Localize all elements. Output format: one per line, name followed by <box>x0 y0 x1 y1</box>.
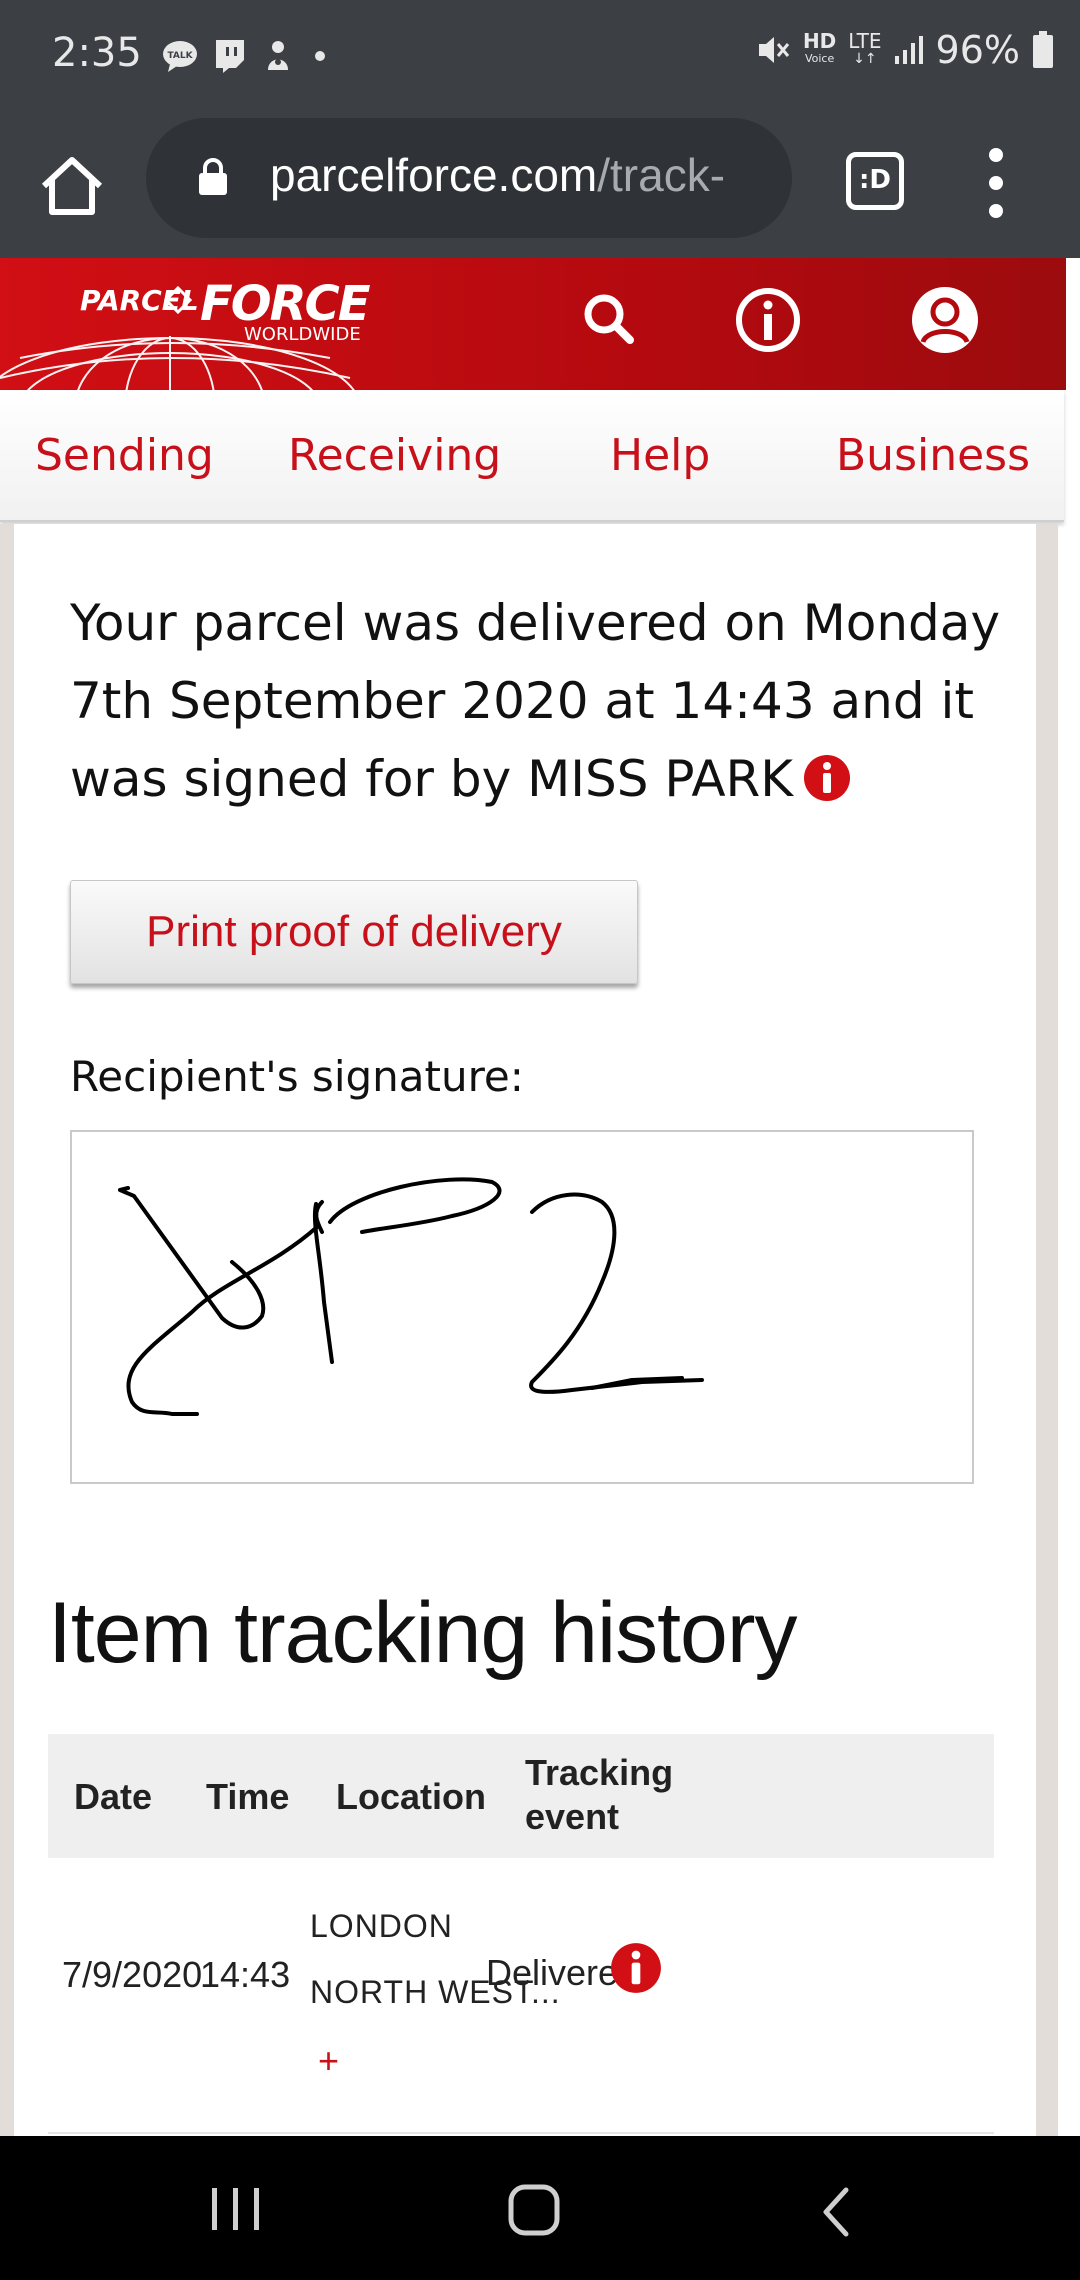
lte-arrows: ↓↑ <box>853 51 877 67</box>
menu-dot <box>989 204 1003 218</box>
site-header: PARCEL FORCE WORLDWIDE <box>0 258 1066 390</box>
nav-business[interactable]: Business <box>836 430 1030 481</box>
info-icon[interactable] <box>728 280 808 360</box>
column-location: Location <box>336 1776 486 1817</box>
column-tracking-event-line2: event <box>525 1796 620 1837</box>
status-time: 2:35 <box>52 30 142 76</box>
row-location-line1: LONDON <box>310 1908 453 1944</box>
lock-icon <box>199 158 227 195</box>
account-icon[interactable] <box>905 280 985 360</box>
lte-icon: LTE ↓↑ <box>848 29 882 68</box>
content-frame-left <box>0 524 14 2136</box>
notification-icons: TALK <box>162 36 330 76</box>
browser-toolbar: parcelforce.com/track- :D <box>0 112 1080 258</box>
battery-percent: 96% <box>935 28 1020 72</box>
row-date: 7/9/2020 <box>62 1954 203 1995</box>
signal-icon <box>894 36 923 64</box>
menu-dot <box>989 148 1003 162</box>
search-icon[interactable] <box>570 280 650 360</box>
tracking-history-title: Item tracking history <box>48 1585 797 1681</box>
mute-icon <box>758 37 790 63</box>
talk-icon: TALK <box>163 41 197 72</box>
address-bar[interactable]: parcelforce.com/track- <box>146 118 792 238</box>
app-icon <box>268 41 288 70</box>
twitch-icon <box>216 40 244 73</box>
url-text: parcelforce.com/track- <box>270 148 770 202</box>
print-proof-button[interactable]: Print proof of delivery <box>70 880 638 984</box>
svg-text:WORLDWIDE: WORLDWIDE <box>244 324 361 345</box>
hd-voice-icon: HD Voice <box>802 29 837 68</box>
svg-text:TALK: TALK <box>167 51 193 61</box>
event-info-icon[interactable] <box>610 1942 662 1994</box>
nav-receiving[interactable]: Receiving <box>288 430 501 481</box>
hd-label: HD <box>802 29 837 53</box>
column-date: Date <box>74 1776 153 1817</box>
nav-help[interactable]: Help <box>610 430 710 481</box>
parcelforce-logo[interactable]: PARCEL FORCE WORLDWIDE <box>0 258 400 390</box>
delivery-status-message: Your parcel was delivered on Monday 7th … <box>70 584 1030 818</box>
url-path: /track- <box>597 149 726 201</box>
url-host: parcelforce.com <box>270 149 598 201</box>
status-bar: 2:35 TALK HD Voice LTE ↓↑ 96% <box>0 0 1080 112</box>
delivery-message-text: Your parcel was delivered on Monday 7th … <box>70 594 1001 808</box>
recent-apps-icon[interactable] <box>206 2184 266 2234</box>
tab-switcher-button[interactable]: :D <box>846 152 904 210</box>
tracking-table-header: Date Time Location Tracking event <box>48 1734 994 1858</box>
signature-label: Recipient's signature: <box>70 1052 524 1101</box>
main-navigation: Sending Receiving Help Business <box>0 390 1064 522</box>
system-icons: HD Voice LTE ↓↑ 96% <box>755 28 1054 72</box>
browser-menu-button[interactable] <box>976 148 1016 218</box>
page-content[interactable]: Your parcel was delivered on Monday 7th … <box>0 524 1080 2136</box>
signature-box <box>70 1130 974 1484</box>
column-time: Time <box>206 1776 290 1817</box>
signature-image <box>118 1177 704 1416</box>
home-nav-icon[interactable] <box>506 2182 566 2238</box>
info-icon[interactable] <box>803 754 851 802</box>
content-frame-right <box>1036 524 1058 2136</box>
menu-dot <box>989 176 1003 190</box>
row-divider <box>48 2132 994 2134</box>
back-icon[interactable] <box>816 2184 856 2240</box>
column-tracking-event-line1: Tracking <box>525 1752 674 1793</box>
tracking-panel: Your parcel was delivered on Monday 7th … <box>14 524 1036 2136</box>
expand-location-button[interactable]: + <box>318 2040 339 2082</box>
row-time: 14:43 <box>200 1954 291 1995</box>
nav-sending[interactable]: Sending <box>35 430 214 481</box>
voice-label: Voice <box>804 52 835 65</box>
system-navigation-bar <box>0 2136 1080 2280</box>
lte-label: LTE <box>848 29 882 53</box>
dot-icon <box>315 51 325 61</box>
home-icon[interactable] <box>36 150 108 222</box>
battery-icon <box>1033 31 1053 68</box>
